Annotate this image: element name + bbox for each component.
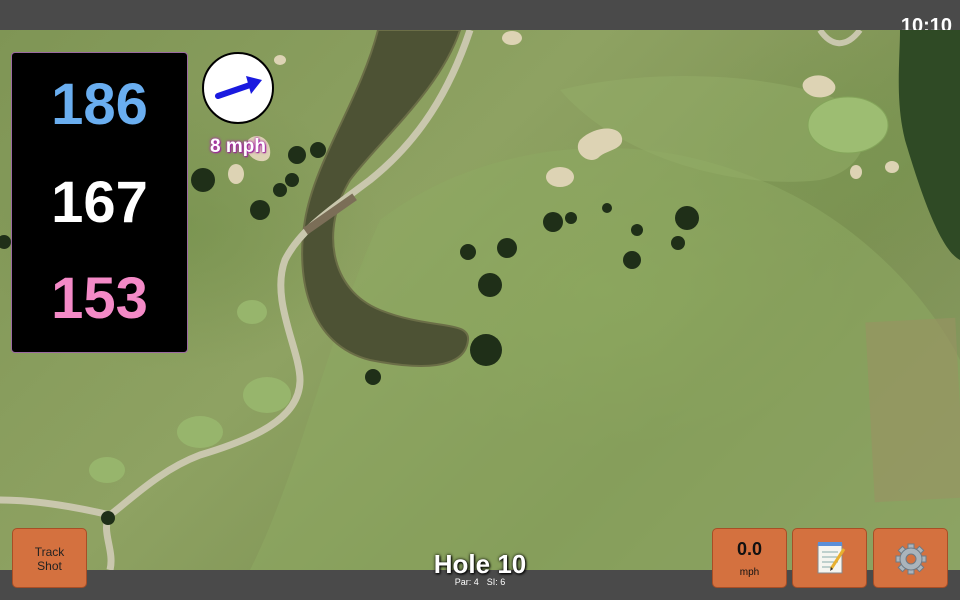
speed-value: 0.0 <box>736 539 763 559</box>
middle-distance: 167 <box>51 170 148 235</box>
notes-button[interactable] <box>792 528 867 588</box>
notepad-icon <box>817 542 846 574</box>
wind-arrow-icon <box>215 76 262 99</box>
hole-info: Par: 4 SI: 6 <box>380 577 580 587</box>
course-map[interactable]: 186 167 153 8 mph <box>0 30 960 570</box>
hole-stroke-index: SI: 6 <box>486 577 506 587</box>
top-status-bar: 10:10 <box>0 0 960 37</box>
gear-icon <box>895 543 927 575</box>
wind-indicator <box>202 52 274 124</box>
settings-button[interactable] <box>873 528 948 588</box>
distance-panel: 186 167 153 <box>11 52 188 353</box>
hole-title: Hole 10 <box>433 549 527 579</box>
wind-speed: 8 mph <box>210 136 266 157</box>
track-shot-button[interactable]: Track Shot <box>12 528 87 588</box>
track-shot-label: Track Shot <box>34 545 65 573</box>
front-distance: 153 <box>51 266 148 331</box>
hole-par: Par: 4 <box>454 577 479 587</box>
speed-button[interactable]: 0.0 mph <box>712 528 787 588</box>
back-distance: 186 <box>51 72 148 137</box>
speed-unit: mph <box>739 567 760 578</box>
